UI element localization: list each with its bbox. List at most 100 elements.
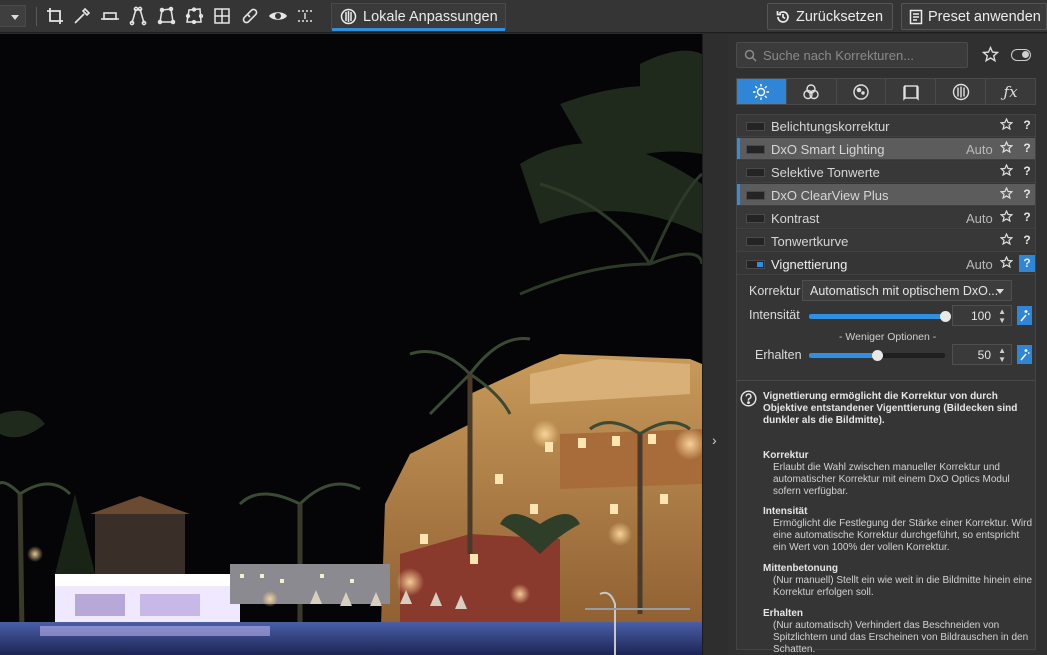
correction-row-vignettierung[interactable]: Vignettierung Auto ? [737, 253, 1035, 275]
color-picker-icon[interactable] [71, 5, 93, 27]
help-button[interactable]: ? [1019, 163, 1035, 180]
eye-icon[interactable] [267, 5, 289, 27]
help-title: Intensität [763, 506, 808, 517]
erhalten-label: Erhalten [755, 348, 802, 362]
search-input[interactable] [763, 47, 953, 63]
auto-label: Auto [966, 142, 993, 157]
correction-row-selektive-tonwerte[interactable]: Selektive Tonwerte ? [737, 161, 1035, 183]
slider-fill [809, 353, 877, 358]
correction-toggle[interactable] [746, 191, 765, 200]
help-button[interactable]: ? [1019, 186, 1035, 203]
perspective-8-icon[interactable] [183, 5, 205, 27]
stepper-arrows-icon[interactable]: ▲ ▼ [998, 346, 1006, 364]
star-icon[interactable] [1000, 210, 1013, 223]
auto-label: Auto [966, 211, 993, 226]
correction-label: Vignettierung [771, 257, 848, 272]
intensitaet-slider[interactable] [809, 311, 951, 322]
tab-light[interactable] [737, 79, 787, 104]
repair-icon[interactable] [239, 5, 261, 27]
korrektur-label: Korrektur [749, 284, 801, 298]
stepper-arrows-icon[interactable]: ▲ ▼ [998, 307, 1006, 325]
erhalten-value: 50 [977, 348, 991, 362]
color-circles-icon [803, 83, 819, 99]
perspective-rect-icon[interactable] [155, 5, 177, 27]
favorites-star-icon[interactable] [982, 46, 999, 63]
correction-toggle[interactable] [746, 168, 765, 177]
correction-list: Belichtungskorrektur ? DxO Smart Lightin… [736, 114, 1036, 655]
help-title: Korrektur [763, 450, 809, 461]
correction-label: Kontrast [771, 211, 820, 226]
local-adjustments-button[interactable]: Lokale Anpassungen [331, 3, 506, 31]
star-icon[interactable] [1000, 256, 1013, 269]
sun-icon [753, 83, 770, 100]
question-circle-icon [740, 390, 757, 407]
star-icon[interactable] [1000, 187, 1013, 200]
correction-toggle[interactable] [746, 260, 765, 269]
view-dropdown[interactable] [0, 5, 26, 27]
slider-handle[interactable] [940, 311, 951, 322]
tab-color[interactable] [786, 79, 837, 104]
magic-wand-icon [1020, 310, 1030, 322]
guides-icon[interactable] [294, 5, 316, 27]
geometry-icon [903, 84, 919, 101]
less-options-link[interactable]: - Weniger Optionen - [839, 331, 936, 343]
help-button[interactable]: ? [1019, 117, 1035, 134]
search-icon [744, 49, 757, 62]
erhalten-stepper[interactable]: 50 ▲ ▼ [952, 344, 1012, 365]
local-adjustments-icon [340, 8, 357, 25]
fx-icon: ƒx [1003, 82, 1018, 101]
correction-row-tonwertkurve[interactable]: Tonwertkurve ? [737, 230, 1035, 252]
crop-icon[interactable] [44, 5, 66, 27]
star-icon[interactable] [1000, 141, 1013, 154]
correction-row-kontrast[interactable]: Kontrast Auto ? [737, 207, 1035, 229]
help-text: Ermöglicht die Festlegung der Stärke ein… [773, 518, 1032, 553]
tab-geometry[interactable] [886, 79, 937, 104]
correction-toggle[interactable] [746, 145, 765, 154]
chevron-right-icon[interactable]: › [712, 432, 717, 448]
correction-row-smart-lighting[interactable]: DxO Smart Lighting Auto ? [737, 138, 1035, 160]
photo-preview[interactable] [0, 34, 702, 655]
auto-wand-erhalten[interactable] [1017, 345, 1032, 364]
help-intro: Vignettierung ermöglicht die Korrektur v… [763, 391, 1018, 426]
correction-row-clearview[interactable]: DxO ClearView Plus ? [737, 184, 1035, 206]
help-button[interactable]: ? [1019, 140, 1035, 157]
star-icon[interactable] [1000, 233, 1013, 246]
reset-icon [776, 10, 789, 23]
correction-toggle[interactable] [746, 237, 765, 246]
star-icon[interactable] [1000, 118, 1013, 131]
auto-wand-intensitaet[interactable] [1017, 306, 1032, 325]
help-text: Erlaubt die Wahl zwischen manueller Korr… [773, 462, 1010, 497]
apply-preset-button[interactable]: Preset anwenden [901, 3, 1047, 30]
panel-collapse-strip[interactable]: › [702, 34, 728, 655]
auto-label: Auto [966, 257, 993, 272]
help-button[interactable]: ? [1019, 232, 1035, 249]
intensitaet-stepper[interactable]: 100 ▲ ▼ [952, 305, 1012, 326]
korrektur-select[interactable]: Automatisch mit optischem DxO... [802, 280, 1012, 301]
tab-local[interactable] [936, 79, 987, 104]
local-icon [952, 83, 969, 100]
slider-fill [809, 314, 945, 319]
horizon-icon[interactable] [99, 5, 121, 27]
active-filter-toggle[interactable] [1011, 49, 1031, 61]
reset-label: Zurücksetzen [796, 8, 884, 25]
corrections-panel: ƒx Belichtungskorrektur ? DxO Smart Ligh… [728, 34, 1047, 655]
erhalten-slider[interactable] [809, 350, 945, 361]
slider-handle[interactable] [872, 350, 883, 361]
search-box[interactable] [736, 42, 968, 68]
apply-preset-label: Preset anwenden [928, 8, 1041, 25]
grid-transform-icon[interactable] [211, 5, 233, 27]
help-button[interactable]: ? [1019, 209, 1035, 226]
tab-detail[interactable] [836, 79, 887, 104]
detail-icon [853, 83, 869, 100]
tab-fx[interactable]: ƒx [986, 79, 1035, 104]
star-icon[interactable] [1000, 164, 1013, 177]
correction-row-belichtung[interactable]: Belichtungskorrektur ? [737, 115, 1035, 137]
correction-toggle[interactable] [746, 214, 765, 223]
correction-label: Selektive Tonwerte [771, 165, 880, 180]
help-button-active[interactable]: ? [1019, 255, 1035, 272]
perspective-icon[interactable] [127, 5, 149, 27]
correction-toggle[interactable] [746, 122, 765, 131]
help-title: Mittenbetonung [763, 563, 838, 574]
reset-button[interactable]: Zurücksetzen [767, 3, 893, 30]
correction-label: Tonwertkurve [771, 234, 849, 249]
